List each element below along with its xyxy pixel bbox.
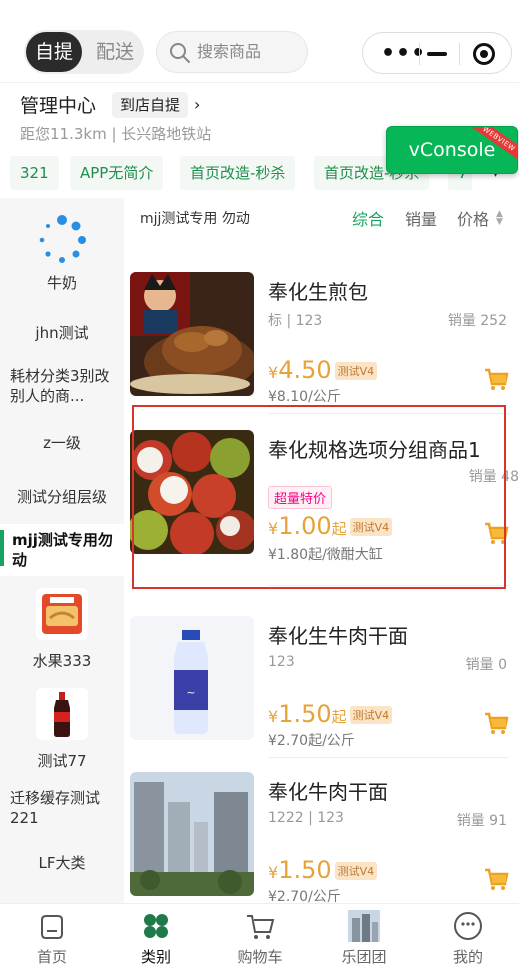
unit-price: ¥2.70/公斤 bbox=[268, 889, 341, 903]
sidebar-item-jhn[interactable]: jhn测试 bbox=[0, 322, 124, 343]
price-tag: 测试V4 bbox=[334, 862, 378, 880]
unit-price: ¥8.10/公斤 bbox=[268, 389, 341, 405]
tag-chip[interactable]: 321 bbox=[10, 156, 59, 190]
tag-chip[interactable]: APP无简介 bbox=[70, 156, 164, 190]
promo-badge: 超量特价 bbox=[268, 486, 333, 509]
product-spec: 123 bbox=[268, 654, 295, 670]
search-input[interactable]: 搜索商品 bbox=[156, 31, 308, 73]
tab-cart[interactable]: 购物车 bbox=[208, 910, 312, 967]
store-name: 管理中心 bbox=[20, 95, 97, 117]
product-sales: 销量 91 bbox=[456, 813, 507, 829]
tab-profile[interactable]: 我的 bbox=[416, 910, 519, 967]
price-tag: 测试V4 bbox=[349, 518, 393, 536]
tag-chip[interactable]: 首页改造-秒杀 bbox=[180, 156, 296, 190]
product-sales: 销量 48 bbox=[468, 469, 519, 485]
sidebar-item-test-group[interactable]: 测试分组层级 bbox=[0, 486, 124, 507]
sidebar-item-milk[interactable]: 牛奶 bbox=[0, 272, 124, 293]
miniprogram-capsule: ••• bbox=[362, 32, 512, 74]
minimize-icon[interactable] bbox=[427, 52, 447, 56]
mode-pickup-option[interactable]: 自提 bbox=[26, 32, 82, 72]
sort-price[interactable]: 价格 bbox=[457, 206, 489, 230]
delivery-mode-toggle[interactable]: 自提 配送 bbox=[24, 30, 144, 74]
product-image-lychee[interactable] bbox=[130, 430, 254, 554]
svg-text:~: ~ bbox=[186, 686, 195, 699]
product-title[interactable]: 奉化生煎包 bbox=[268, 276, 368, 305]
mode-delivery-option[interactable]: 配送 bbox=[88, 32, 142, 72]
sidebar-item-cache[interactable]: 迁移缓存测试221 bbox=[0, 788, 124, 828]
search-icon bbox=[170, 43, 190, 63]
cart-icon bbox=[247, 915, 275, 939]
vconsole-button[interactable]: vConsole WEBVIEW bbox=[386, 126, 518, 174]
product-sales: 销量 252 bbox=[447, 313, 507, 329]
product-price: ¥1.50 测试V4 bbox=[268, 856, 378, 884]
sidebar-item-test77[interactable]: 测试77 bbox=[0, 750, 124, 771]
category-icon bbox=[144, 914, 168, 938]
top-bar: 自提 配送 搜索商品 ••• bbox=[0, 0, 519, 82]
search-placeholder: 搜索商品 bbox=[197, 42, 262, 61]
tab-group[interactable]: 乐团团 bbox=[312, 910, 416, 967]
list-header: mjj测试专用 勿动 综合 销量 价格 ▲ ▼ bbox=[124, 198, 519, 238]
sidebar-item-lf[interactable]: LF大类 bbox=[0, 852, 124, 873]
category-sidebar: 牛奶 jhn测试 耗材分类3别改别人的商... z一级 测试分组层级 mjj测试… bbox=[0, 198, 124, 903]
unit-price: ¥2.70起/公斤 bbox=[268, 733, 355, 749]
sidebar-item-fruit[interactable]: 水果333 bbox=[0, 650, 124, 671]
sort-arrows-icon[interactable]: ▲ ▼ bbox=[496, 210, 503, 227]
tab-home[interactable]: 首页 bbox=[0, 910, 104, 967]
product-card[interactable]: ~ 奉化生牛肉干面 123 销量 0 ¥1.50起 测试V4 ¥2.70起/公斤 bbox=[124, 608, 519, 758]
product-card[interactable]: 奉化规格选项分组商品1 销量 48 超量特价 ¥1.00起 测试V4 ¥1.80起… bbox=[124, 420, 519, 588]
sidebar-item-mjj-active[interactable]: mjj测试专用勿动 bbox=[0, 524, 124, 576]
unit-price: ¥1.80起/微酣大缸 bbox=[268, 547, 383, 563]
product-spec: 标 | 123 bbox=[268, 313, 323, 329]
tab-category[interactable]: 类别 bbox=[104, 910, 208, 967]
current-category: mjj测试专用 勿动 bbox=[140, 211, 250, 227]
store-distance: 距您11.3km | 长兴路地铁站 bbox=[20, 125, 212, 143]
chevron-right-icon: › bbox=[194, 95, 201, 114]
product-spec: 1222 | 123 bbox=[268, 810, 344, 826]
sidebar-item-z-level[interactable]: z一级 bbox=[0, 432, 124, 453]
cola-bottle-thumbnail bbox=[36, 688, 88, 740]
profile-icon bbox=[454, 912, 482, 940]
product-price: ¥1.50起 测试V4 bbox=[268, 700, 393, 728]
product-image-buildings[interactable] bbox=[130, 772, 254, 896]
product-image-bottle[interactable]: ~ bbox=[130, 616, 254, 740]
product-card[interactable]: 奉化生煎包 标 | 123 销量 252 ¥4.50 测试V4 ¥8.10/公斤 bbox=[124, 264, 519, 414]
product-card[interactable]: 奉化牛肉干面 1222 | 123 销量 91 ¥1.50 测试V4 ¥2.70/… bbox=[124, 764, 519, 903]
noodle-pack-thumbnail bbox=[36, 588, 88, 640]
product-list-panel: mjj测试专用 勿动 综合 销量 价格 ▲ ▼ 奉化生煎包 标 | 123 销量 … bbox=[124, 198, 519, 903]
product-price: ¥1.00起 测试V4 bbox=[268, 512, 393, 540]
bottom-tab-bar: 首页 类别 购物车 乐团团 我的 bbox=[0, 903, 519, 975]
spinner-icon bbox=[39, 215, 86, 263]
add-to-cart-icon[interactable] bbox=[483, 866, 509, 892]
price-tag: 测试V4 bbox=[334, 362, 378, 380]
sort-sales[interactable]: 销量 bbox=[405, 206, 437, 230]
product-title[interactable]: 奉化生牛肉干面 bbox=[268, 620, 408, 649]
price-tag: 测试V4 bbox=[349, 706, 393, 724]
vconsole-label: vConsole bbox=[408, 139, 496, 161]
product-image-buns[interactable] bbox=[130, 272, 254, 396]
home-icon bbox=[41, 915, 63, 939]
product-sales: 销量 0 bbox=[465, 657, 507, 673]
add-to-cart-icon[interactable] bbox=[483, 366, 509, 392]
product-price: ¥4.50 测试V4 bbox=[268, 356, 378, 384]
close-target-icon[interactable] bbox=[473, 43, 495, 65]
building-photo-icon bbox=[348, 910, 380, 942]
product-title[interactable]: 奉化牛肉干面 bbox=[268, 776, 388, 805]
product-title[interactable]: 奉化规格选项分组商品1 bbox=[268, 434, 481, 463]
sidebar-item-consumables[interactable]: 耗材分类3别改别人的商... bbox=[0, 366, 124, 410]
add-to-cart-icon[interactable] bbox=[483, 710, 509, 736]
sort-default[interactable]: 综合 bbox=[352, 206, 384, 230]
add-to-cart-icon[interactable] bbox=[483, 520, 509, 546]
pickup-tag: 到店自提 bbox=[112, 92, 189, 118]
